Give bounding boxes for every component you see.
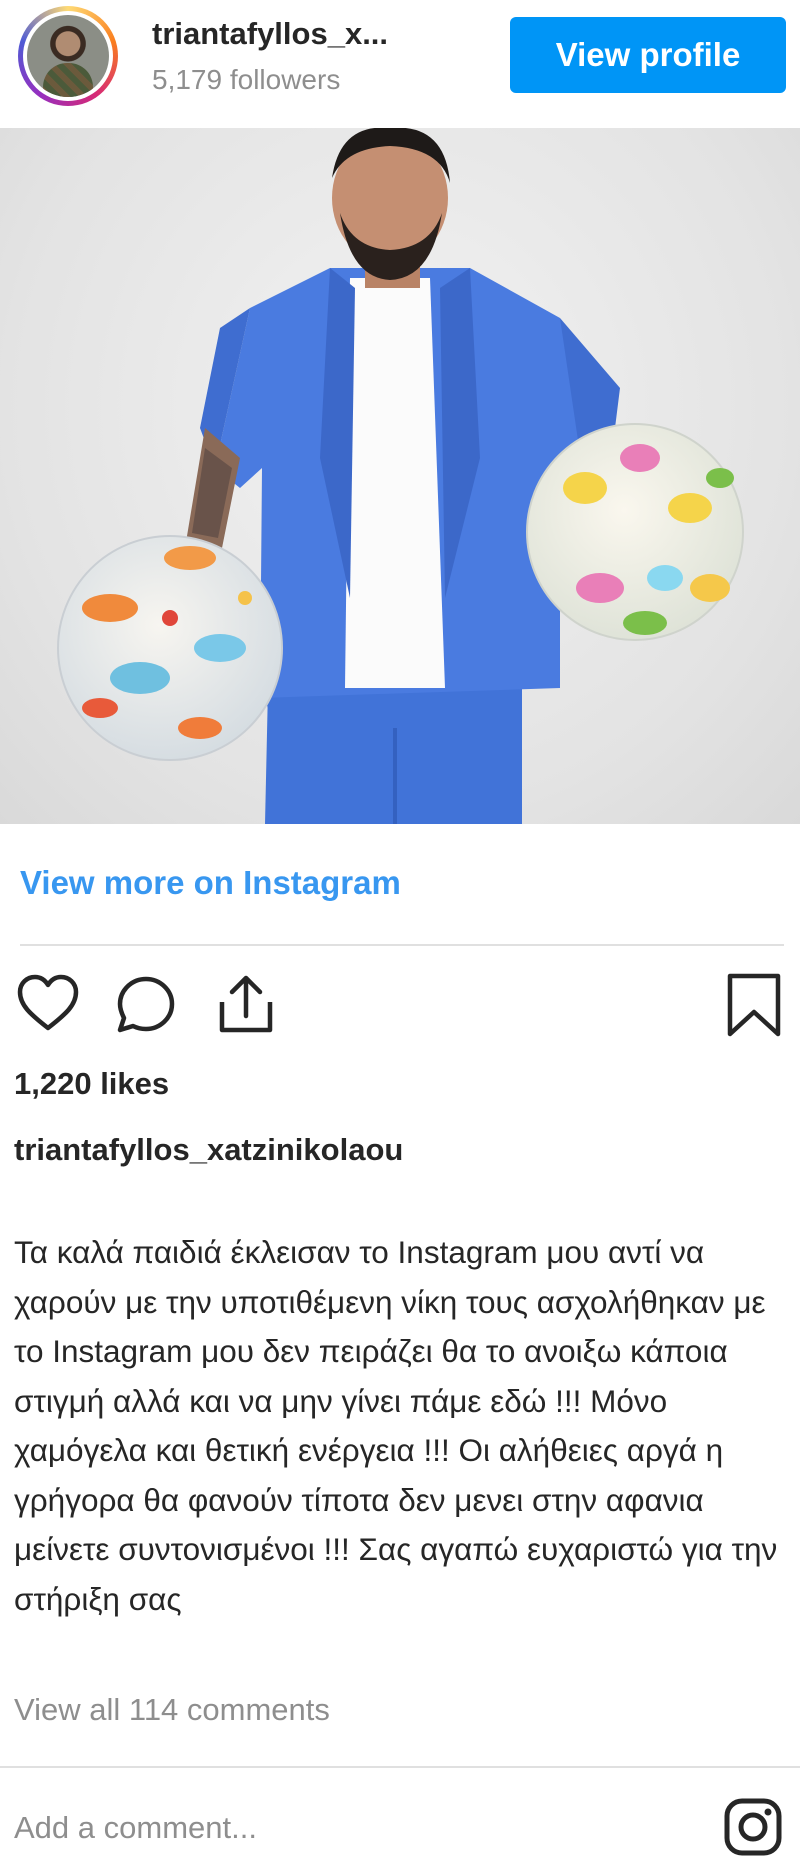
t-shirt [345, 278, 445, 688]
instagram-logo-link[interactable] [722, 1796, 784, 1858]
follower-count: 5,179 followers [152, 64, 341, 95]
beach-ball-left [57, 535, 283, 761]
view-more-link[interactable]: View more on Instagram [20, 864, 401, 902]
like-button[interactable] [12, 968, 84, 1040]
avatar-inner [23, 11, 113, 101]
view-profile-button[interactable]: View profile [510, 17, 786, 93]
divider-top [20, 944, 784, 946]
save-button[interactable] [718, 968, 790, 1040]
profile-avatar[interactable] [18, 6, 118, 106]
post-photo[interactable] [0, 128, 800, 824]
add-comment-input[interactable]: Add a comment... [14, 1810, 257, 1846]
comment-button[interactable] [110, 968, 182, 1040]
profile-username[interactable]: triantafyllos_x... [152, 16, 388, 52]
caption-username[interactable]: triantafyllos_xatzinikolaou [14, 1132, 403, 1168]
post-header: triantafyllos_x... 5,179 followers View … [0, 0, 800, 128]
post-caption: Τα καλά παιδιά έκλεισαν το Instagram μου… [14, 1234, 778, 1617]
heart-icon [17, 974, 79, 1031]
comment-icon [117, 976, 175, 1033]
view-all-comments-link[interactable]: View all 114 comments [14, 1692, 330, 1728]
divider-bottom [0, 1766, 800, 1768]
avatar-image [27, 15, 109, 97]
share-button[interactable] [208, 968, 280, 1040]
bookmark-icon [727, 973, 781, 1037]
like-count[interactable]: 1,220 likes [14, 1066, 169, 1102]
instagram-icon [724, 1798, 782, 1856]
avatar-torso [43, 63, 93, 97]
share-icon [219, 975, 273, 1033]
